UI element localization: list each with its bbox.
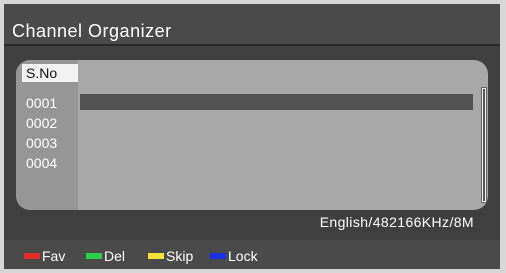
tv-frame: Channel Organizer S.No 0001 0002 0003 00… xyxy=(0,0,506,273)
selection-highlight[interactable] xyxy=(80,94,473,110)
red-key-icon xyxy=(24,253,40,259)
blue-key-icon xyxy=(210,253,226,259)
legend-lock[interactable]: Lock xyxy=(210,247,258,265)
legend-label: Skip xyxy=(166,248,194,264)
sno-column: S.No 0001 0002 0003 0004 xyxy=(16,60,78,210)
channel-organizer-screen: Channel Organizer S.No 0001 0002 0003 00… xyxy=(4,4,500,269)
list-item[interactable]: 0001 xyxy=(26,93,57,113)
scrollbar[interactable] xyxy=(481,87,487,203)
channel-content-area xyxy=(78,60,488,210)
sno-column-header: S.No xyxy=(22,64,78,82)
title-bar: Channel Organizer xyxy=(4,4,500,46)
legend-fav[interactable]: Fav xyxy=(24,247,65,265)
sno-list: 0001 0002 0003 0004 xyxy=(26,93,57,173)
page-title: Channel Organizer xyxy=(12,21,172,41)
legend-label: Del xyxy=(104,248,126,264)
legend-del[interactable]: Del xyxy=(86,247,125,265)
list-item[interactable]: 0004 xyxy=(26,153,57,173)
channel-list-panel: S.No 0001 0002 0003 0004 xyxy=(16,60,488,210)
color-key-legend: Fav Del Skip Lock xyxy=(4,240,500,269)
list-item[interactable]: 0002 xyxy=(26,113,57,133)
status-text: English/482166KHz/8M xyxy=(319,214,474,230)
legend-skip[interactable]: Skip xyxy=(148,247,193,265)
legend-label: Fav xyxy=(42,248,66,264)
green-key-icon xyxy=(86,253,102,259)
legend-label: Lock xyxy=(228,248,258,264)
list-item[interactable]: 0003 xyxy=(26,133,57,153)
yellow-key-icon xyxy=(148,253,164,259)
